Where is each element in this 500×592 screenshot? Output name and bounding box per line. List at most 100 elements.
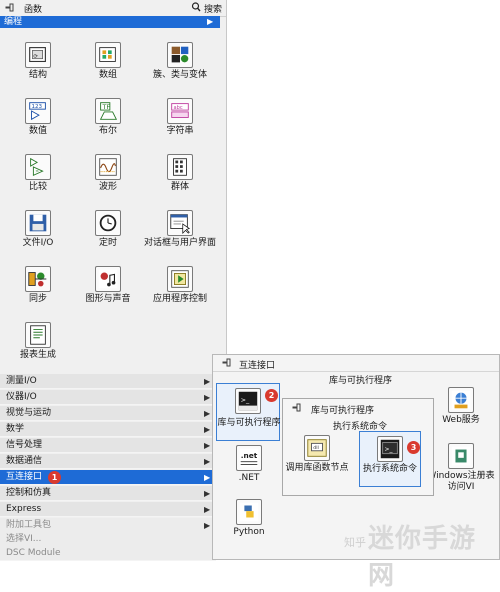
- tile-label: 字符串: [166, 126, 194, 136]
- category-addons[interactable]: 附加工具包 ▶: [0, 518, 216, 533]
- svg-text:>: >: [35, 169, 39, 175]
- pin-icon[interactable]: [291, 403, 303, 413]
- category-label: 信号处理: [6, 440, 43, 450]
- system-exec-icon: >_: [377, 436, 403, 462]
- tile-numeric[interactable]: 123 数值: [3, 94, 73, 150]
- category-header-label: 编程: [4, 17, 23, 27]
- tile-dialog-ui[interactable]: 对话框与用户界面: [144, 206, 216, 262]
- tile-file-io[interactable]: 文件I/O: [3, 206, 73, 262]
- dotnet-icon: .net: [236, 445, 262, 471]
- category-control-simulation[interactable]: 控制和仿真 ▶: [0, 486, 216, 501]
- tile-label: 定时: [98, 238, 117, 248]
- tile-label: 库与可执行程序: [217, 418, 281, 428]
- expand-arrow-icon: ▶: [204, 473, 211, 482]
- connectivity-title: 互连接口: [239, 361, 276, 371]
- expand-arrow-icon: ▶: [204, 521, 211, 530]
- tile-label: .NET: [238, 473, 260, 483]
- svg-text:>_: >_: [241, 396, 250, 404]
- tile-label: 数组: [98, 70, 117, 80]
- watermark-small: 知乎: [344, 536, 366, 549]
- graphics-sound-icon: [95, 266, 121, 292]
- expand-arrow-icon: ▶: [207, 17, 214, 26]
- category-math[interactable]: 数学 ▶: [0, 422, 216, 437]
- category-signal-processing[interactable]: 信号处理 ▶: [0, 438, 216, 453]
- tile-boolean[interactable]: TF 布尔: [73, 94, 143, 150]
- category-label: 数据通信: [6, 456, 43, 466]
- category-connectivity[interactable]: 互连接口 ▶: [0, 470, 216, 485]
- tile-dotnet[interactable]: .net .NET: [219, 441, 279, 497]
- tile-call-library-function[interactable]: dll 调用库函数节点: [285, 431, 349, 487]
- category-header-programming[interactable]: 编程 ▶: [0, 16, 220, 28]
- tile-group[interactable]: 群体: [145, 150, 215, 206]
- report-generation-icon: [25, 322, 51, 348]
- tile-timing[interactable]: 定时: [73, 206, 143, 262]
- tile-app-control[interactable]: 应用程序控制: [145, 262, 215, 318]
- category-select-vi[interactable]: 选择VI...: [0, 532, 216, 547]
- tile-label: 群体: [170, 182, 189, 192]
- watermark: 迷你手游网: [368, 524, 477, 591]
- category-label: 选择VI...: [6, 534, 42, 544]
- functions-palette: 函数 搜索 编程 ▶ ⟳ 结构 数组 簇、类与变体 123 数值 TF 布尔 a…: [0, 0, 227, 561]
- expand-arrow-icon: ▶: [204, 425, 211, 434]
- expand-arrow-icon: ▶: [204, 409, 211, 418]
- palette-title: 函数: [24, 5, 43, 15]
- expand-arrow-icon: ▶: [204, 489, 211, 498]
- tile-python[interactable]: Python: [219, 495, 279, 551]
- tile-structure[interactable]: ⟳ 结构: [3, 38, 73, 94]
- category-express[interactable]: Express ▶: [0, 502, 216, 517]
- call-library-function-icon: dll: [304, 435, 330, 461]
- category-label: 附加工具包: [6, 520, 52, 530]
- tile-label: 簇、类与变体: [152, 70, 207, 80]
- cluster-class-variant-icon: [167, 42, 193, 68]
- boolean-icon: TF: [95, 98, 121, 124]
- category-label: 互连接口: [6, 472, 43, 482]
- category-label: DSC Module: [6, 548, 61, 558]
- category-dsc-module[interactable]: DSC Module: [0, 546, 216, 561]
- step-badge-1: 1: [48, 471, 61, 484]
- tile-graphics-sound[interactable]: 图形与声音: [73, 262, 143, 318]
- tile-array[interactable]: 数组: [73, 38, 143, 94]
- tile-label: 执行系统命令: [362, 464, 417, 474]
- tile-report-generation[interactable]: 报表生成: [3, 318, 73, 374]
- tile-label: Windows注册表访问VI: [427, 471, 495, 492]
- numeric-icon: 123: [25, 98, 51, 124]
- windows-registry-icon: [448, 443, 474, 469]
- string-icon: abc: [167, 98, 193, 124]
- tile-cluster-class-variant[interactable]: 簇、类与变体: [145, 38, 215, 94]
- category-measurement-io[interactable]: 测量I/O ▶: [0, 374, 216, 389]
- structure-icon: ⟳: [25, 42, 51, 68]
- category-label: 控制和仿真: [6, 488, 52, 498]
- tile-string[interactable]: abc 字符串: [145, 94, 215, 150]
- tile-synchronization[interactable]: 同步: [3, 262, 73, 318]
- category-vision-motion[interactable]: 视觉与运动 ▶: [0, 406, 216, 421]
- svg-text:>_: >_: [384, 446, 393, 453]
- category-instrument-io[interactable]: 仪器I/O ▶: [0, 390, 216, 405]
- comparison-icon: >: [25, 154, 51, 180]
- group-icon: [167, 154, 193, 180]
- expand-arrow-icon: ▶: [204, 505, 211, 514]
- python-icon: [236, 499, 262, 525]
- step-badge-2: 2: [265, 389, 278, 402]
- web-services-icon: [448, 387, 474, 413]
- search-icon: [191, 2, 201, 12]
- libraries-executables-title: 库与可执行程序: [311, 406, 375, 416]
- pin-icon[interactable]: [221, 358, 233, 368]
- pin-icon[interactable]: [4, 2, 16, 14]
- category-label: Express: [6, 504, 42, 514]
- tile-web-services[interactable]: Web服务: [431, 383, 491, 439]
- tile-comparison[interactable]: > 比较: [3, 150, 73, 206]
- synchronization-icon: [25, 266, 51, 292]
- category-data-communication[interactable]: 数据通信 ▶: [0, 454, 216, 469]
- file-io-icon: [25, 210, 51, 236]
- svg-text:123: 123: [32, 104, 43, 110]
- tile-label: 报表生成: [19, 350, 56, 360]
- expand-arrow-icon: ▶: [204, 377, 211, 386]
- tile-windows-registry[interactable]: Windows注册表访问VI: [427, 439, 495, 495]
- tile-label: 对话框与用户界面: [143, 238, 216, 248]
- search-button[interactable]: 搜索: [191, 1, 225, 15]
- category-label: 仪器I/O: [6, 392, 37, 402]
- libraries-executables-icon: >_: [235, 388, 261, 414]
- tile-system-exec[interactable]: >_ 执行系统命令: [359, 431, 421, 487]
- tile-waveform[interactable]: 波形: [73, 150, 143, 206]
- tile-label: 调用库函数节点: [285, 463, 349, 473]
